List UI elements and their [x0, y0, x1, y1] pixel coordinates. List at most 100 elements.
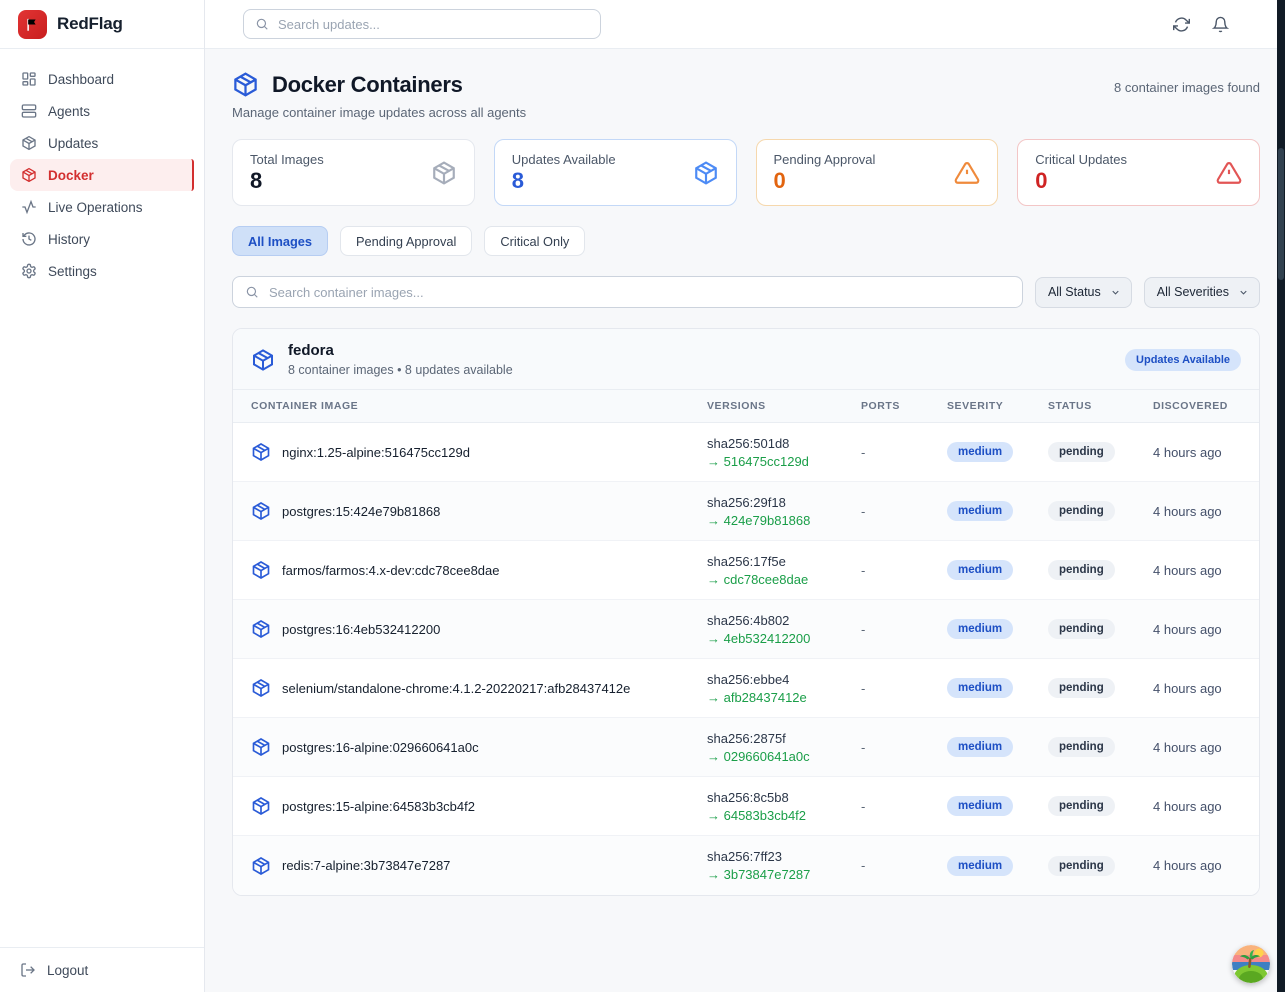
stat-label: Total Images — [250, 152, 324, 167]
version-current: sha256:4b802 — [707, 613, 861, 628]
table-body: nginx:1.25-alpine:516475cc129dsha256:501… — [233, 423, 1259, 895]
docker-cube-icon — [21, 167, 37, 183]
tropical-island-icon — [1232, 945, 1270, 983]
tab-critical-only[interactable]: Critical Only — [484, 226, 585, 256]
table-row[interactable]: farmos/farmos:4.x-dev:cdc78cee8daesha256… — [233, 541, 1259, 600]
ports-value: - — [861, 681, 947, 696]
group-name: fedora — [288, 342, 513, 359]
status-badge: pending — [1048, 442, 1115, 462]
sidebar-item-dashboard[interactable]: Dashboard — [10, 63, 194, 95]
container-search-input[interactable] — [269, 285, 1010, 300]
sidebar: RedFlag Dashboard Agents Updates Docker … — [0, 0, 205, 992]
version-target: → 4eb532412200 — [707, 631, 861, 646]
logout-icon — [20, 962, 36, 978]
bell-icon — [1212, 16, 1229, 33]
page-title: Docker Containers — [272, 72, 463, 98]
container-image-name: selenium/standalone-chrome:4.1.2-2022021… — [282, 681, 630, 696]
discovered-value: 4 hours ago — [1153, 740, 1241, 755]
ports-value: - — [861, 504, 947, 519]
ports-value: - — [861, 563, 947, 578]
tab-all-images[interactable]: All Images — [232, 226, 328, 256]
sidebar-item-label: Agents — [48, 104, 90, 119]
gear-icon — [21, 263, 37, 279]
dashboard-icon — [21, 71, 37, 87]
discovered-value: 4 hours ago — [1153, 504, 1241, 519]
alert-triangle-icon — [1216, 160, 1242, 186]
ports-value: - — [861, 740, 947, 755]
severity-select-value: All Severities — [1157, 285, 1229, 299]
discovered-value: 4 hours ago — [1153, 622, 1241, 637]
container-cube-icon — [251, 560, 271, 580]
discovered-value: 4 hours ago — [1153, 681, 1241, 696]
scrollbar-thumb[interactable] — [1278, 148, 1284, 280]
column-header: VERSIONS — [707, 400, 861, 412]
group-header: fedora 8 container images • 8 updates av… — [233, 329, 1259, 389]
sidebar-item-label: Dashboard — [48, 72, 114, 87]
global-search-input[interactable] — [278, 17, 589, 32]
container-cube-icon — [251, 442, 271, 462]
version-target: → 029660641a0c — [707, 749, 861, 764]
version-target: → afb28437412e — [707, 690, 861, 705]
sidebar-item-docker[interactable]: Docker — [10, 159, 194, 191]
sidebar-item-updates[interactable]: Updates — [10, 127, 194, 159]
logout-button[interactable]: Logout — [20, 962, 184, 978]
table-row[interactable]: postgres:16-alpine:029660641a0c sha256:28… — [233, 718, 1259, 777]
status-select[interactable]: All Status — [1035, 277, 1132, 308]
chevron-down-icon — [1110, 287, 1121, 298]
version-current: sha256:501d8 — [707, 436, 861, 451]
ports-value: - — [861, 858, 947, 873]
column-header: STATUS — [1048, 400, 1153, 412]
notifications-button[interactable] — [1212, 16, 1229, 33]
table-row[interactable]: redis:7-alpine:3b73847e7287sha256:7ff23→… — [233, 836, 1259, 895]
stat-value: 0 — [774, 169, 876, 193]
sidebar-item-label: Live Operations — [48, 200, 143, 215]
table-row[interactable]: nginx:1.25-alpine:516475cc129dsha256:501… — [233, 423, 1259, 482]
status-badge: pending — [1048, 619, 1115, 639]
tab-pending-approval[interactable]: Pending Approval — [340, 226, 472, 256]
version-current: sha256:29f18 — [707, 495, 861, 510]
ports-value: - — [861, 799, 947, 814]
table-header-row: CONTAINER IMAGE VERSIONS PORTS SEVERITY … — [233, 389, 1259, 423]
sidebar-item-agents[interactable]: Agents — [10, 95, 194, 127]
container-image-name: postgres:16-alpine:029660641a0c — [282, 740, 479, 755]
container-search[interactable] — [232, 276, 1023, 308]
severity-select[interactable]: All Severities — [1144, 277, 1260, 308]
table-row[interactable]: selenium/standalone-chrome:4.1.2-2022021… — [233, 659, 1259, 718]
refresh-icon — [1173, 16, 1190, 33]
severity-badge: medium — [947, 560, 1013, 580]
discovered-value: 4 hours ago — [1153, 858, 1241, 873]
sidebar-footer: Logout — [0, 947, 204, 992]
island-floating-button[interactable] — [1232, 945, 1270, 983]
docker-cube-icon — [251, 348, 275, 372]
page-header: Docker Containers Manage container image… — [232, 71, 1260, 120]
global-search[interactable] — [243, 9, 601, 39]
window-scrollbar[interactable] — [1277, 0, 1285, 992]
version-target: → 424e79b81868 — [707, 513, 861, 528]
status-badge: pending — [1048, 678, 1115, 698]
sidebar-item-settings[interactable]: Settings — [10, 255, 194, 287]
table-row[interactable]: postgres:15:424e79b81868sha256:29f18→ 42… — [233, 482, 1259, 541]
topbar — [205, 0, 1285, 49]
discovered-value: 4 hours ago — [1153, 563, 1241, 578]
version-target: → cdc78cee8dae — [707, 572, 861, 587]
stat-value: 0 — [1035, 169, 1127, 193]
column-header: DISCOVERED — [1153, 400, 1241, 412]
table-row[interactable]: postgres:16:4eb532412200sha256:4b802→ 4e… — [233, 600, 1259, 659]
refresh-button[interactable] — [1173, 16, 1190, 33]
stat-value: 8 — [512, 169, 616, 193]
container-image-name: postgres:15-alpine:64583b3cb4f2 — [282, 799, 475, 814]
table-row[interactable]: postgres:15-alpine:64583b3cb4f2sha256:8c… — [233, 777, 1259, 836]
search-icon — [245, 285, 259, 299]
sidebar-item-history[interactable]: History — [10, 223, 194, 255]
stat-card-critical-updates: Critical Updates0 — [1017, 139, 1260, 206]
page-subtitle: Manage container image updates across al… — [232, 105, 526, 120]
ports-value: - — [861, 622, 947, 637]
container-cube-icon — [251, 856, 271, 876]
version-current: sha256:2875f — [707, 731, 861, 746]
server-icon — [21, 103, 37, 119]
main-area: Docker Containers Manage container image… — [205, 0, 1285, 992]
brand-name: RedFlag — [57, 14, 123, 34]
sidebar-item-live-operations[interactable]: Live Operations — [10, 191, 194, 223]
discovered-value: 4 hours ago — [1153, 799, 1241, 814]
column-header: SEVERITY — [947, 400, 1048, 412]
